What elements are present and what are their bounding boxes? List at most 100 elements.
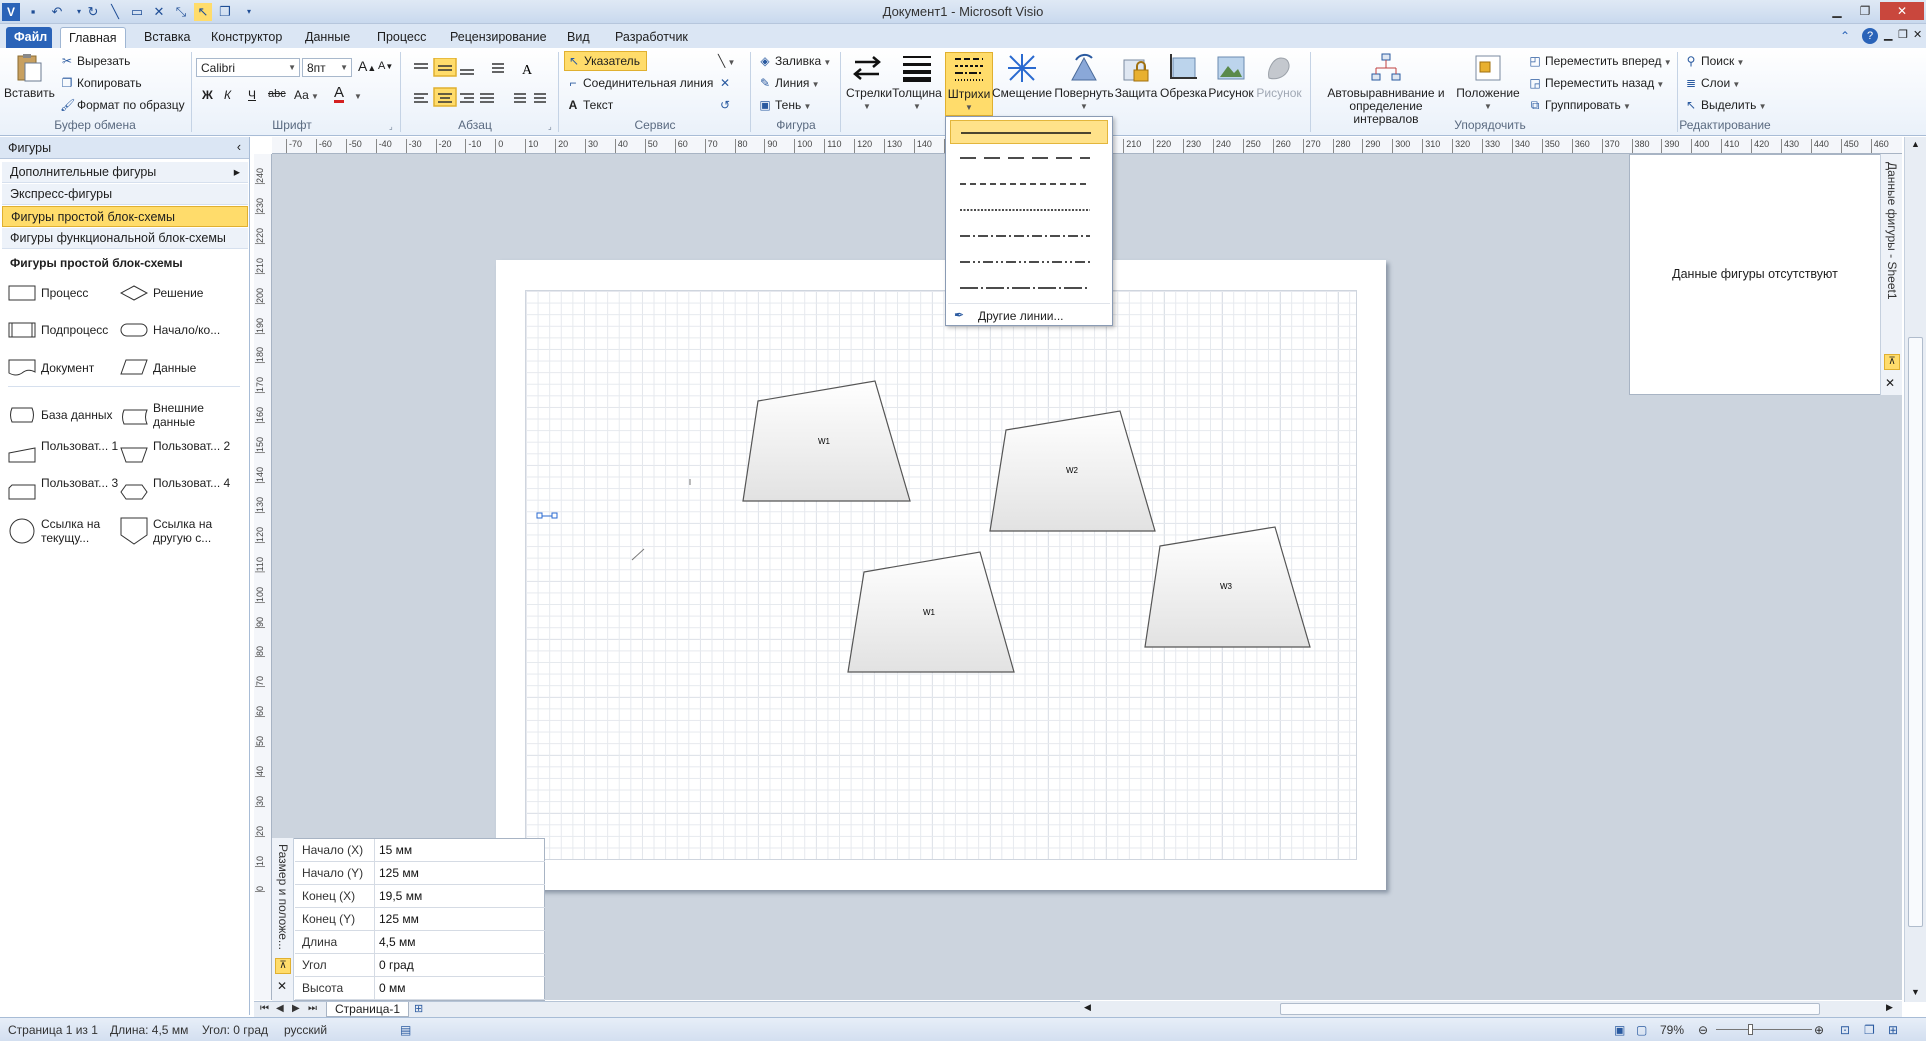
minimize-button[interactable]: ▁ [1824,2,1850,20]
copy-button[interactable]: ❐ Копировать [60,76,142,90]
tab-insert[interactable]: Вставка [136,27,198,48]
font-size-combo[interactable]: 8пт ▼ [302,58,352,77]
collapse-pane-icon[interactable]: ‹ [237,140,241,154]
tab-developer[interactable]: Разработчик [607,27,696,48]
tab-view[interactable]: Вид [559,27,598,48]
switch-windows-icon[interactable]: ❐ [1864,1023,1875,1037]
dialog-launcher-icon[interactable]: ⌟ [548,122,552,131]
layers-button[interactable]: ≣ Слои ▼ [1684,76,1740,90]
auto-align-button[interactable]: Автовыравнивание и определение интервало… [1316,52,1456,126]
connector-tool-button[interactable]: ⌐ Соединительная линия [566,76,713,90]
stencil-basic-flowchart[interactable]: Фигуры простой блок-схемы [2,206,248,227]
bold-button[interactable]: Ж [202,88,213,102]
pin-icon[interactable]: ⊼ [1884,354,1900,370]
dash-option-solid[interactable] [950,120,1108,144]
help-icon[interactable]: ? [1862,28,1878,44]
line-button[interactable]: ✎ Линия ▼ [758,76,820,90]
line-tool-icon[interactable]: ╲ ▼ [718,54,735,68]
picture-button[interactable]: Рисунок [1208,52,1254,100]
font-color-button[interactable]: A [334,85,345,103]
close-icon[interactable]: ✕ [720,76,730,90]
insert-page-icon[interactable]: ⊞ [414,1002,423,1015]
zoom-level[interactable]: 79% [1660,1023,1684,1037]
size-row-end-y[interactable]: Конец (Y) 125 мм [295,908,545,931]
maximize-button[interactable]: ❐ [1852,2,1878,20]
doc-minimize-icon[interactable]: ▁ [1884,28,1892,41]
tab-process[interactable]: Процесс [369,27,434,48]
master-custom-4[interactable]: Пользоват... 4 [120,476,240,510]
pointer-tool-button[interactable]: ↖ Указатель [564,51,647,71]
size-row-height[interactable]: Высота 0 мм [295,977,545,1000]
position-button[interactable]: Положение ▼ [1456,52,1520,113]
dash-option-long-dash[interactable] [950,146,1108,170]
font-name-combo[interactable]: Calibri ▼ [196,58,300,77]
crop-button[interactable]: Обрезка [1160,52,1207,100]
dash-option-long-dash-dot[interactable] [950,276,1108,300]
dashes-button[interactable]: Штрихи ▼ [945,52,993,116]
stencil-quick-shapes[interactable]: Экспресс-фигуры [2,184,248,205]
cut-button[interactable]: ✂ Вырезать [60,54,130,68]
dash-option-dot[interactable] [950,198,1108,222]
format-painter-button[interactable]: 🖌 Формат по образцу [60,98,185,112]
size-row-length[interactable]: Длина 4,5 мм [295,931,545,954]
doc-restore-icon[interactable]: ❐ [1898,28,1908,41]
horizontal-scrollbar[interactable]: ◀ ▶ [1080,1001,1902,1017]
master-custom-1[interactable]: Пользоват... 1 [8,439,118,473]
underline-button[interactable]: Ч [248,88,256,102]
zoom-out-icon[interactable]: ⊖ [1698,1023,1708,1037]
tab-review[interactable]: Рецензирование [442,27,555,48]
next-page-icon[interactable]: ▶ [292,1003,300,1014]
send-backward-button[interactable]: ◲ Переместить назад ▼ [1528,76,1664,90]
offset-button[interactable]: Смещение [992,52,1052,100]
master-document[interactable]: Документ [8,359,118,379]
tab-design[interactable]: Конструктор [203,27,290,48]
select-button[interactable]: ↖ Выделить ▼ [1684,98,1767,112]
master-data[interactable]: Данные [120,359,240,379]
pin-icon[interactable]: ⊼ [275,958,291,974]
master-custom-3[interactable]: Пользоват... 3 [8,476,118,510]
find-button[interactable]: ⚲ Поиск ▼ [1684,54,1745,68]
stencil-more-shapes[interactable]: Дополнительные фигуры ▸ [2,162,248,183]
font-color-dropdown-icon[interactable]: ▼ [354,92,362,101]
zoom-slider[interactable] [1716,1029,1812,1030]
close-button[interactable]: ✕ [1880,2,1924,20]
dash-option-dash-dot[interactable] [950,224,1108,248]
zoom-in-icon[interactable]: ⊕ [1814,1023,1824,1037]
vertical-scrollbar[interactable]: ▲ ▼ [1904,137,1926,1002]
scroll-up-icon[interactable]: ▲ [1911,139,1920,149]
dialog-launcher-icon[interactable]: ⌟ [389,122,393,131]
bring-forward-button[interactable]: ◰ Переместить вперед ▼ [1528,54,1671,68]
scroll-down-icon[interactable]: ▼ [1911,987,1920,997]
strikethrough-button[interactable]: abc [268,88,286,100]
weight-button[interactable]: Толщина ▼ [892,52,942,113]
vertical-scroll-thumb[interactable] [1908,337,1923,927]
master-external-data[interactable]: Внешние данные [120,401,240,435]
arrows-button[interactable]: Стрелки ▼ [846,52,892,113]
stencil-cross-functional[interactable]: Фигуры функциональной блок-схемы [2,228,248,249]
zoom-slider-thumb[interactable] [1748,1024,1753,1035]
group-button[interactable]: ⧉ Группировать ▼ [1528,98,1631,113]
scroll-left-icon[interactable]: ◀ [1084,1002,1091,1013]
master-custom-2[interactable]: Пользоват... 2 [120,439,240,473]
close-pane-icon[interactable]: ✕ [1885,376,1895,390]
change-case-button[interactable]: Аа ▼ [294,88,319,102]
master-start-end[interactable]: Начало/ко... [120,322,240,342]
paste-button[interactable]: Вставить [4,52,55,100]
tab-data[interactable]: Данные [297,27,358,48]
size-row-end-x[interactable]: Конец (X) 19,5 мм [295,885,545,908]
status-language[interactable]: русский [284,1023,327,1037]
master-database[interactable]: База данных [8,407,118,427]
scroll-right-icon[interactable]: ▶ [1886,1002,1893,1013]
master-off-page-reference[interactable]: Ссылка на другую с... [120,517,240,547]
fit-page-icon[interactable]: ⊡ [1840,1023,1850,1037]
page-tab-1[interactable]: Страница-1 [326,1002,410,1017]
status-page[interactable]: Страница 1 из 1 [8,1023,98,1037]
master-process[interactable]: Процесс [8,285,118,305]
size-row-begin-x[interactable]: Начало (X) 15 мм [295,839,545,862]
protect-button[interactable]: Защита [1114,52,1158,100]
grow-font-button[interactable]: A▲ [358,58,376,74]
pencil-icon[interactable]: ↺ [720,98,730,112]
shadow-button[interactable]: ▣ Тень ▼ [758,98,811,112]
italic-button[interactable]: К [224,88,231,102]
pan-zoom-icon[interactable]: ⊞ [1888,1023,1898,1037]
